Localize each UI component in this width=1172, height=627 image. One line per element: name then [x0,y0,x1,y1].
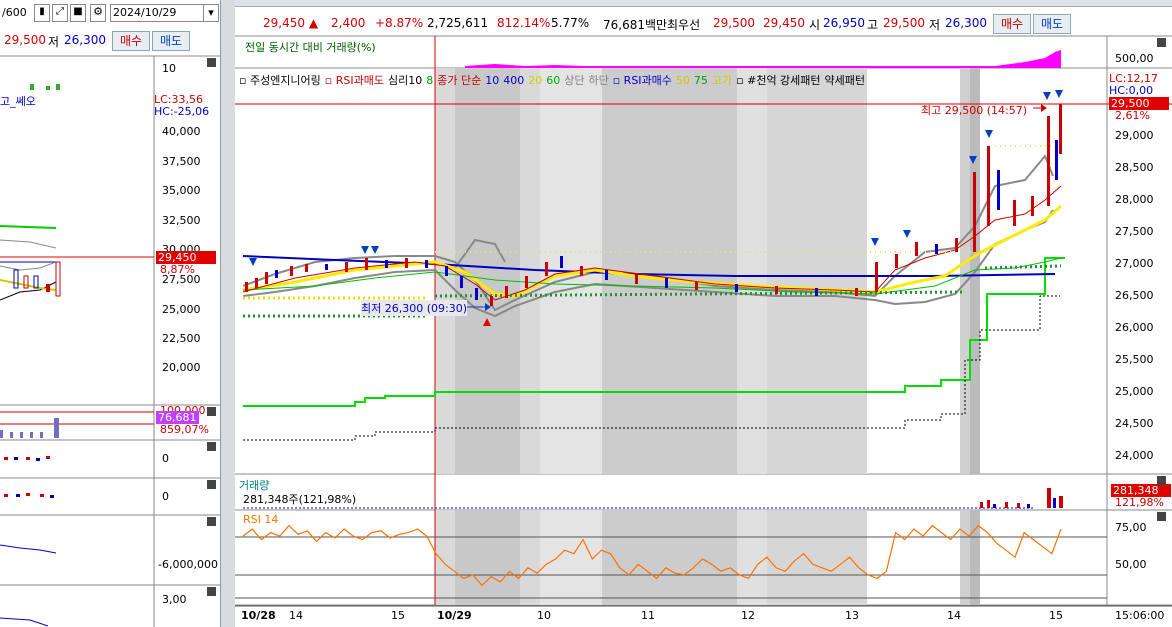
left-indicator-name: 고_쎄오 [0,95,36,108]
legend-item: 하단 [588,74,609,87]
left-neg-value: -6,000,000 [158,558,218,571]
left-y-tick: 37,500 [162,155,201,168]
volume-box-pct: 121,98% [1115,496,1164,509]
left-y-tick: 10 [162,62,176,75]
volume-value: 281,348주(121,98%) [243,493,357,506]
main-y-tick: 27,500 [1115,225,1154,238]
legend-item: 상단 [564,74,585,87]
legend-item: ▫ 주성엔지니어링 [239,74,321,87]
rsi-tick: 75,00 [1115,521,1147,534]
rsi-tick: 50,00 [1115,558,1147,571]
shaded-zones [435,68,980,605]
x-time: 15:06:00 [1115,609,1165,622]
left-y-tick: 25,000 [162,303,201,316]
low-note: 최저 26,300 (09:30) [361,300,468,316]
high-note: 최고 29,500 (14:57) [921,104,1028,117]
close-icon[interactable] [207,517,216,526]
close-icon[interactable] [1157,38,1166,47]
rsi-title: RSI 14 [243,513,279,526]
x-tick: 13 [845,609,859,622]
left-chart-panel: /600 ▮ ⤢ ■ ⚙ 2024/10/29 ▾ 29,500 저 26,30… [0,0,220,627]
left-last-value: 3,00 [162,593,187,606]
left-vol-pct: 859,07% [160,423,209,436]
main-y-tick: 24,000 [1115,449,1154,462]
left-y-tick: 22,500 [162,332,201,345]
left-y-tick: 40,000 [162,125,201,138]
legend-item: ▫ #천억 강세패턴 [736,74,821,87]
legend-item: ▫ RSI과매도 [324,74,384,87]
main-legend: ▫ 주성엔지니어링 ▫ RSI과매도 심리10 8 종가 단순 10 400 20 60 상단 하단… [239,72,1099,88]
close-icon[interactable] [207,58,216,67]
left-y-tick: 35,000 [162,184,201,197]
main-y-tick: 25,000 [1115,385,1154,398]
left-hc: HC:-25,06 [154,105,210,118]
legend-item: ▫ RSI과매수 [612,74,672,87]
main-y-tick: 25,500 [1115,353,1154,366]
panel-splitter[interactable] [220,0,236,627]
x-tick: 14 [947,609,961,622]
legend-item: 고가 [711,74,733,87]
left-zero-1: 0 [162,452,169,465]
legend-item: 20 [528,74,543,87]
left-zero-2: 0 [162,490,169,503]
main-y-tick: 27,000 [1115,257,1154,270]
legend-item: 75 [693,74,708,87]
x-tick: 10 [537,609,551,622]
close-icon[interactable] [207,587,216,596]
legend-item: 60 [546,74,561,87]
left-y-tick: 32,500 [162,214,201,227]
close-icon[interactable] [1157,512,1166,521]
legend-item: 심리10 [387,74,423,87]
x-tick: 10/29 [437,609,472,622]
legend-item: 50 [675,74,690,87]
left-current-pct: 8,87% [160,263,195,276]
x-tick: 15 [391,609,405,622]
legend-item: 400 [503,74,525,87]
main-chart-panel: 29,450 ▲ 2,400 +8.87% 2,725,611 812.14% … [235,0,1172,627]
vol-compare-axis: 500,00 [1115,52,1154,65]
main-y-tick: 26,500 [1115,289,1154,302]
x-tick: 14 [289,609,303,622]
main-y-tick: 29,000 [1115,129,1154,142]
main-y-tick: 28,000 [1115,193,1154,206]
main-current-pct: 2,61% [1115,109,1150,122]
legend-item: 10 [485,74,500,87]
legend-item: 약세패턴 [824,74,866,87]
main-hc: HC:0,00 [1109,84,1154,97]
vol-compare-title: 전일 동시간 대비 거래량(%) [245,41,376,54]
left-y-tick: 20,000 [162,361,201,374]
volume-bars [243,488,1063,509]
x-tick: 12 [741,609,755,622]
x-tick: 11 [641,609,655,622]
close-icon[interactable] [207,407,216,416]
legend-item: 종가 단순 [437,74,482,87]
x-tick: 15 [1049,609,1063,622]
legend-item: 8 [426,74,434,87]
close-icon[interactable] [1157,476,1166,485]
main-y-tick: 24,500 [1115,417,1154,430]
close-icon[interactable] [207,442,216,451]
main-y-tick: 28,500 [1115,161,1154,174]
main-y-tick: 26,000 [1115,321,1154,334]
close-icon[interactable] [207,480,216,489]
x-tick: 10/28 [241,609,276,622]
